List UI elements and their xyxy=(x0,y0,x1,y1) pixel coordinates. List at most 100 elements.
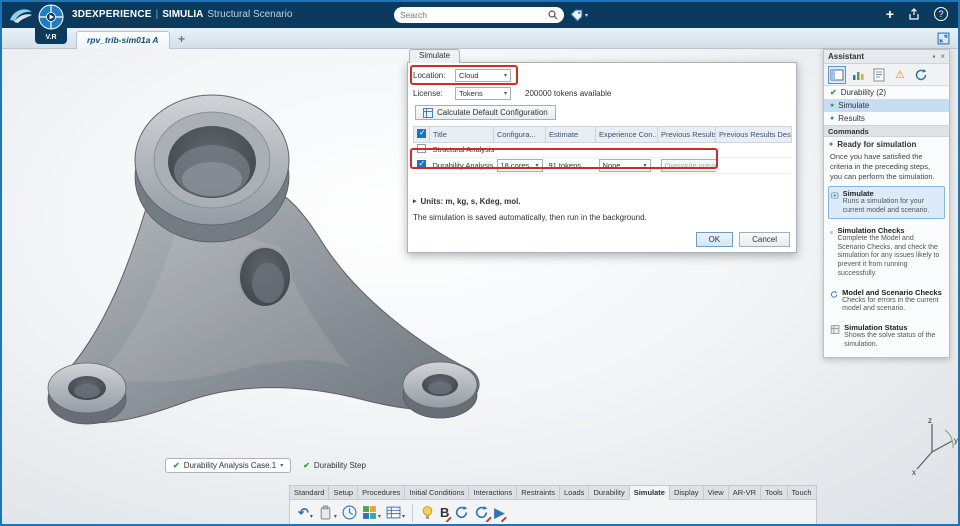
row-title: Structural Analysis ... xyxy=(429,142,494,158)
tab-display[interactable]: Display xyxy=(668,485,703,500)
table-row-structural[interactable]: Structural Analysis ... xyxy=(413,142,792,158)
command-model-scenario-checks[interactable]: Model and Scenario Checks Checks for err… xyxy=(828,286,945,317)
warning-icon[interactable]: ⚠ xyxy=(891,66,909,84)
license-label: License: xyxy=(413,88,443,98)
command-simulate[interactable]: Simulate Runs a simulation for your curr… xyxy=(828,186,945,219)
step-name: Durability Step xyxy=(313,461,366,470)
cancel-button[interactable]: Cancel xyxy=(739,232,790,247)
tag-filter-button[interactable]: ▾ xyxy=(570,7,588,23)
command-simulation-checks[interactable]: Simulation Checks Complete the Model and… xyxy=(828,224,945,281)
status-description: Once you have satisfied the criteria in … xyxy=(830,152,935,181)
tab-simulate[interactable]: Simulate xyxy=(628,485,669,500)
help-icon[interactable]: ? xyxy=(934,7,948,21)
action-bar-tabs: Standard Setup Procedures Initial Condit… xyxy=(289,485,817,500)
compass-icon[interactable] xyxy=(38,4,64,30)
expander-icon[interactable]: ▸ xyxy=(413,197,417,205)
previous-results-value: Overwrite previous xyxy=(664,160,716,170)
undo-button[interactable]: ↶ ▾ xyxy=(298,504,313,520)
tab-initial-conditions[interactable]: Initial Conditions xyxy=(404,485,469,500)
search-icon[interactable] xyxy=(548,10,558,20)
search-bar[interactable] xyxy=(394,7,564,23)
report-icon[interactable] xyxy=(870,66,888,84)
paste-button[interactable]: ▾ xyxy=(318,505,337,520)
table-row-durability[interactable]: Durability Analysis ... 18 cores ▾ 91 to… xyxy=(413,157,792,174)
assistant-step-simulate[interactable]: ● Simulate xyxy=(824,99,949,112)
check-icon: ✔ xyxy=(173,461,180,470)
table-header-row: Title Configura... Estimate Experience C… xyxy=(413,125,792,143)
add-content-icon[interactable]: + xyxy=(886,6,894,22)
tab-setup[interactable]: Setup xyxy=(328,485,358,500)
chart-icon[interactable] xyxy=(849,66,867,84)
refresh-icon[interactable] xyxy=(912,66,930,84)
assistant-step-results[interactable]: ● Results xyxy=(824,112,949,125)
step-indicator[interactable]: ✔ Durability Step xyxy=(303,461,366,470)
scenario-status-row: ✔ Durability Analysis Case.1 ▾ ✔ Durabil… xyxy=(165,458,366,473)
close-icon[interactable]: × xyxy=(940,52,945,61)
cores-value: 18 cores xyxy=(500,160,530,170)
cores-dropdown[interactable]: 18 cores ▾ xyxy=(496,158,543,172)
assistant-step-durability[interactable]: ✔ Durability (2) xyxy=(824,86,949,99)
step-label: Results xyxy=(838,114,865,123)
col-configuration[interactable]: Configura... xyxy=(493,125,546,143)
row-checkbox[interactable] xyxy=(416,159,426,169)
dialog-tab-simulate[interactable]: Simulate xyxy=(409,49,461,63)
run-edit-button[interactable]: ▶ xyxy=(494,505,508,522)
app-window: 3DEXPERIENCE | SIMULIA Structural Scenario … xyxy=(0,0,960,526)
assistant-panel-icon[interactable] xyxy=(828,65,846,84)
previous-results-dropdown[interactable]: Overwrite previous ▾ xyxy=(660,158,716,172)
share-icon[interactable] xyxy=(908,8,920,20)
assistant-header: Assistant ▪ × xyxy=(824,50,949,64)
command-simulation-status[interactable]: Simulation Status Shows the solve status… xyxy=(828,321,945,352)
ok-button[interactable]: OK xyxy=(695,232,734,247)
field-edit-button[interactable]: B xyxy=(440,505,453,522)
tab-view[interactable]: View xyxy=(702,485,728,500)
row-title: Durability Analysis ... xyxy=(429,157,494,174)
tab-durability[interactable]: Durability xyxy=(588,485,629,500)
experience-dropdown[interactable]: None ▾ xyxy=(598,158,651,172)
select-all-checkbox[interactable] xyxy=(417,128,426,138)
tab-loads[interactable]: Loads xyxy=(559,485,589,500)
document-tab[interactable]: rpv_trib-sim01a A xyxy=(76,31,170,49)
tab-procedures[interactable]: Procedures xyxy=(357,485,405,500)
new-tab-icon[interactable]: + xyxy=(178,32,185,46)
location-dropdown[interactable]: Cloud ▾ xyxy=(455,68,511,82)
row-checkbox[interactable] xyxy=(416,144,426,153)
col-estimate[interactable]: Estimate xyxy=(545,125,596,143)
chevron-down-icon: ▾ xyxy=(535,162,539,169)
update-edit-button[interactable] xyxy=(474,505,493,522)
pin-icon[interactable]: ▪ xyxy=(932,52,935,61)
calculate-default-configuration-button[interactable]: Calculate Default Configuration xyxy=(415,105,556,120)
undo-icon: ↶ xyxy=(298,504,309,520)
tab-restraints[interactable]: Restraints xyxy=(516,485,559,500)
units-section[interactable]: ▸ Units: m, kg, s, Kdeg, mol. xyxy=(413,197,791,206)
display-option-button[interactable] xyxy=(420,505,435,520)
col-previous-results[interactable]: Previous Results xyxy=(657,125,716,143)
history-button[interactable] xyxy=(342,505,357,520)
estimate-value: 91 tokens xyxy=(545,157,596,174)
license-row: License: Tokens ▾ 200000 tokens availabl… xyxy=(413,84,791,102)
experience-value: None xyxy=(602,160,621,170)
command-name: Simulate xyxy=(842,189,874,199)
case-name: Durability Analysis Case.1 xyxy=(183,461,277,470)
axis-z-label: z xyxy=(928,416,932,425)
col-title[interactable]: Title xyxy=(429,125,494,143)
pencil-icon xyxy=(446,516,453,522)
tab-touch[interactable]: Touch xyxy=(786,485,817,500)
expand-window-icon[interactable] xyxy=(937,32,950,45)
case-selector[interactable]: ✔ Durability Analysis Case.1 ▾ xyxy=(165,458,292,473)
compass[interactable]: V.R xyxy=(35,2,67,44)
col-experience[interactable]: Experience Con... xyxy=(595,125,658,143)
data-table-button[interactable]: ▾ xyxy=(386,505,405,520)
results-grid-button[interactable]: ▾ xyxy=(362,505,381,520)
update-button[interactable] xyxy=(454,505,469,520)
axes-triad[interactable]: z y x xyxy=(905,414,959,476)
dialog-footer: OK Cancel xyxy=(695,232,790,247)
command-name: Simulation Status xyxy=(844,323,908,332)
tab-interactions[interactable]: Interactions xyxy=(468,485,517,500)
tab-standard[interactable]: Standard xyxy=(289,485,329,500)
search-input[interactable] xyxy=(400,10,548,20)
col-previous-results-description[interactable]: Previous Results Description xyxy=(715,125,792,143)
license-dropdown[interactable]: Tokens ▾ xyxy=(455,86,511,100)
tab-ar-vr[interactable]: AR-VR xyxy=(727,485,761,500)
tab-tools[interactable]: Tools xyxy=(760,485,787,500)
